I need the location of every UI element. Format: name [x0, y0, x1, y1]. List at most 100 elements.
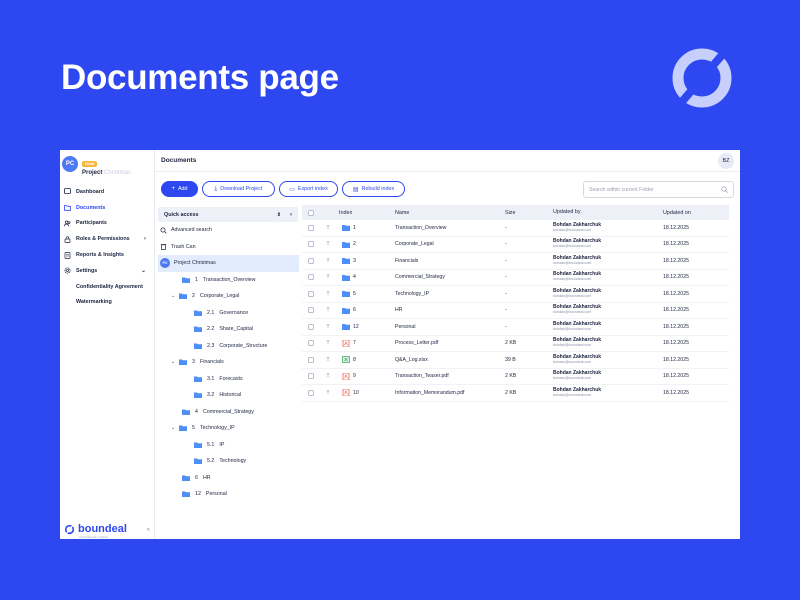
select-all-checkbox[interactable] — [308, 209, 314, 216]
row-name[interactable]: Technology_IP — [395, 291, 505, 297]
row-checkbox[interactable] — [308, 307, 314, 314]
header-name[interactable]: Name — [395, 210, 505, 216]
row-name[interactable]: Transaction_Teaser.pdf — [395, 373, 505, 379]
trash-can-item[interactable]: Trash Can — [155, 239, 299, 256]
row-size: - — [505, 241, 507, 248]
sidebar-item-settings[interactable]: Settings ⌄ — [60, 263, 154, 279]
folder-icon — [194, 376, 202, 382]
drag-handle-icon[interactable]: ⠿ — [317, 340, 339, 346]
chevron-down-icon[interactable]: ⌄ — [171, 425, 179, 431]
row-name[interactable]: Information_Memorandum.pdf — [395, 390, 505, 396]
drag-handle-icon[interactable]: ⠿ — [317, 307, 339, 313]
row-name[interactable]: Financials — [395, 258, 505, 264]
tree-project-root[interactable]: PC Project Christmas — [158, 255, 299, 272]
tree-node[interactable]: 3.1 Forecasts — [155, 371, 299, 388]
chevron-down-icon[interactable]: ⌄ — [171, 359, 179, 365]
sidebar-item-reports[interactable]: Reports & Insights — [60, 247, 154, 263]
rebuild-index-button[interactable]: ▤ Rebuild index — [342, 181, 405, 197]
table-row[interactable]: ⠿ 5 Technology_IP - Bohdan Zakharchuk bohdan@… — [302, 286, 729, 303]
header-index[interactable]: Index — [339, 210, 395, 216]
row-name[interactable]: Personal — [395, 324, 505, 330]
row-updated-by: Bohdan Zakharchuk bohdan@boundeal.com — [553, 387, 663, 398]
drag-handle-icon[interactable]: ⠿ — [317, 258, 339, 264]
row-name[interactable]: Q&A_Log.xlsx — [395, 357, 505, 363]
drag-handle-icon[interactable]: ⠿ — [317, 225, 339, 231]
user-avatar[interactable]: BZ — [718, 153, 734, 169]
table-row[interactable]: ⠿ 8 Q&A_Log.xlsx 39 B Bohdan Zakharchuk bohda… — [302, 352, 729, 369]
tree-node[interactable]: ⌄ 2 Corporate_Legal — [155, 288, 299, 305]
download-project-button[interactable]: ⤓ Download Project — [202, 181, 275, 197]
sidebar-item-roles[interactable]: Roles & Permissions › — [60, 231, 154, 247]
sidebar-item-dashboard[interactable]: Dashboard — [60, 184, 154, 200]
tree-node[interactable]: 6 HR — [155, 470, 299, 487]
table-row[interactable]: ⠿ 4 Commercial_Strategy - Bohdan Zakharchuk b… — [302, 270, 729, 286]
table-row[interactable]: ⠿ 3 Financials - Bohdan Zakharchuk bohdan@bou… — [302, 253, 729, 270]
row-name[interactable]: Commercial_Strategy — [395, 274, 505, 280]
tree-node[interactable]: 4 Commercial_Strategy — [155, 404, 299, 421]
export-index-button[interactable]: ▭ Export index — [279, 181, 338, 197]
collapse-sidebar-icon[interactable]: « — [147, 527, 150, 533]
tree-node[interactable]: 3.2 Historical — [155, 387, 299, 404]
tree-node[interactable]: 12 Personal — [155, 486, 299, 503]
row-checkbox[interactable] — [308, 257, 314, 264]
tree-node[interactable]: 1 Transaction_Overview — [155, 272, 299, 289]
table-row[interactable]: ⠿ 10 Information_Memorandum.pdf 2 KB Bohdan … — [302, 385, 729, 402]
tree-node[interactable]: ⌄ 5 Technology_IP — [155, 420, 299, 437]
row-name[interactable]: HR — [395, 307, 505, 313]
row-checkbox[interactable] — [308, 274, 314, 281]
sidebar-item-participants[interactable]: Participants — [60, 216, 154, 232]
row-name[interactable]: Corporate_Legal — [395, 241, 505, 247]
folder-icon — [194, 442, 202, 448]
row-checkbox[interactable] — [308, 373, 314, 380]
tree-node[interactable]: 2.1 Governance — [155, 305, 299, 322]
drag-handle-icon[interactable]: ⠿ — [317, 324, 339, 330]
drag-handle-icon[interactable]: ⠿ — [317, 357, 339, 363]
row-checkbox[interactable] — [308, 323, 314, 330]
tree-node[interactable]: ⌄ 3 Financials — [155, 354, 299, 371]
table-row[interactable]: ⠿ 9 Transaction_Teaser.pdf 2 KB Bohdan Zakha… — [302, 369, 729, 385]
add-button[interactable]: + Add — [161, 181, 198, 197]
row-name[interactable]: Process_Letter.pdf — [395, 340, 505, 346]
drag-handle-icon[interactable]: ⠿ — [317, 390, 339, 396]
table-row[interactable]: ⠿ 6 HR - Bohdan Zakharchuk bohdan@boundeal.co… — [302, 303, 729, 319]
sort-updown-icon[interactable]: ⇕ — [277, 212, 281, 218]
tree-node-number: 2.1 — [207, 309, 215, 316]
project-switcher[interactable]: PC Draft Project Christmas — [60, 150, 154, 176]
drag-handle-icon[interactable]: ⠿ — [317, 291, 339, 297]
folder-icon — [339, 241, 353, 248]
row-checkbox[interactable] — [308, 241, 314, 248]
sidebar-item-confidentiality[interactable]: Confidentiality Agreement — [60, 279, 154, 295]
sidebar-item-watermarking[interactable]: Watermarking — [60, 295, 154, 311]
row-checkbox[interactable] — [308, 389, 314, 396]
table-row[interactable]: ⠿ 1 Transaction_Overview - Bohdan Zakharchuk… — [302, 220, 729, 237]
sidebar-item-documents[interactable]: Documents — [60, 200, 154, 216]
search-input[interactable]: Search within current Folder — [583, 181, 734, 198]
download-icon: ⤓ — [214, 185, 218, 192]
chevron-down-icon[interactable]: ⌄ — [171, 293, 179, 299]
header-updated-by[interactable]: Updated by — [553, 209, 663, 215]
row-checkbox[interactable] — [308, 224, 314, 231]
table-row[interactable]: ⠿ 7 Process_Letter.pdf 2 KB Bohdan Zakharchu… — [302, 336, 729, 352]
drag-handle-icon[interactable]: ⠿ — [317, 241, 339, 247]
tree-node[interactable]: 5.1 IP — [155, 437, 299, 454]
header-size[interactable]: Size — [505, 210, 553, 216]
sidebar-item-label: Documents — [76, 204, 106, 211]
tree-node[interactable]: 2.2 Share_Capital — [155, 321, 299, 338]
row-checkbox[interactable] — [308, 356, 314, 363]
header-updated-on[interactable]: Updated on — [663, 210, 723, 216]
drag-handle-icon[interactable]: ⠿ — [317, 274, 339, 280]
tree-node[interactable]: 5.2 Technology — [155, 453, 299, 470]
table-row[interactable]: ⠿ 2 Corporate_Legal - Bohdan Zakharchuk bohda… — [302, 237, 729, 253]
quick-access-header[interactable]: Quick access ⇕ › — [158, 207, 298, 222]
chevron-right-icon[interactable]: › — [290, 212, 292, 218]
row-checkbox[interactable] — [308, 340, 314, 347]
tree-node[interactable]: 2.3 Corporate_Structure — [155, 338, 299, 355]
advanced-search-item[interactable]: Advanced search — [155, 222, 299, 239]
table-row[interactable]: ⠿ 12 Personal - Bohdan Zakharchuk bohdan@boun… — [302, 319, 729, 336]
row-checkbox[interactable] — [308, 290, 314, 297]
updater-email: bohdan@boundeal.com — [553, 244, 592, 249]
drag-handle-icon[interactable]: ⠿ — [317, 373, 339, 379]
sidebar: PC Draft Project Christmas Dashboard Doc… — [60, 150, 155, 539]
folder-icon — [64, 204, 71, 211]
row-name[interactable]: Transaction_Overview — [395, 225, 505, 231]
